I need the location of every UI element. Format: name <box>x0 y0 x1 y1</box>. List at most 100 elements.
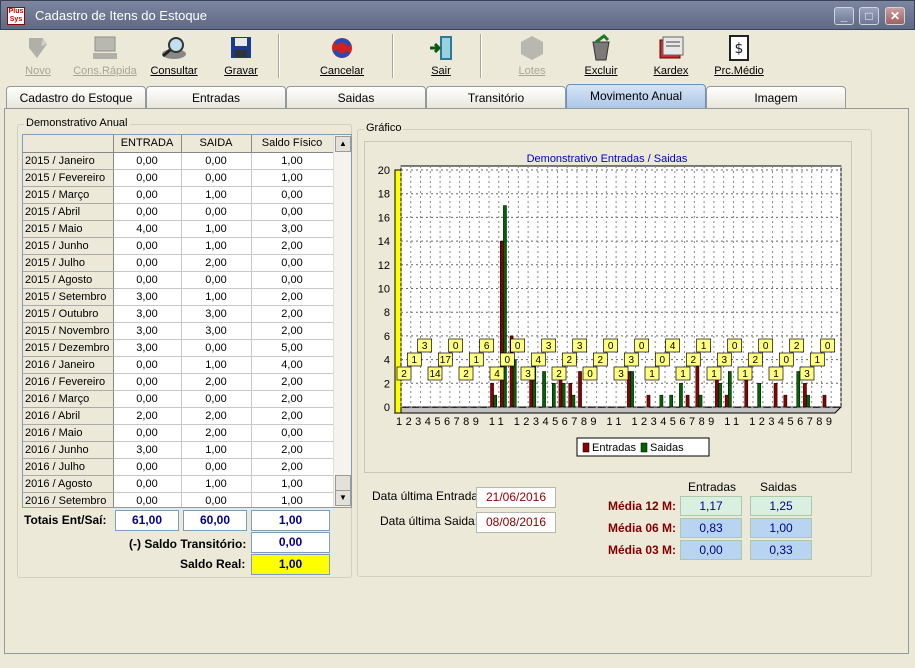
table-row[interactable]: 2015 / Fevereiro 0,00 0,00 1,00 <box>23 169 334 187</box>
saida-cell[interactable]: 2,00 <box>181 373 252 391</box>
novo-button[interactable]: Novo <box>14 32 62 80</box>
saldo-cell[interactable]: 0,00 <box>251 203 334 221</box>
entrada-cell[interactable]: 0,00 <box>113 424 182 442</box>
table-row[interactable]: 2016 / Março 0,00 0,00 2,00 <box>23 390 334 408</box>
table-row[interactable]: 2016 / Junho 3,00 1,00 2,00 <box>23 441 334 459</box>
tab-cadastro-do-estoque[interactable]: Cadastro do Estoque <box>6 86 146 110</box>
table-row[interactable]: 2015 / Janeiro 0,00 0,00 1,00 <box>23 152 334 170</box>
table-row[interactable]: 2015 / Maio 4,00 1,00 3,00 <box>23 220 334 238</box>
row-label[interactable]: 2015 / Setembro <box>23 288 114 306</box>
entrada-cell[interactable]: 3,00 <box>113 322 182 340</box>
maximize-button[interactable]: □ <box>859 7 879 25</box>
entrada-cell[interactable]: 0,00 <box>113 152 182 170</box>
table-row[interactable]: 2015 / Agosto 0,00 0,00 0,00 <box>23 271 334 289</box>
cancelar-button[interactable]: Cancelar <box>316 32 368 80</box>
tab-entradas[interactable]: Entradas <box>146 86 286 110</box>
saida-cell[interactable]: 0,00 <box>181 492 252 507</box>
saida-cell[interactable]: 1,00 <box>181 441 252 459</box>
saida-cell[interactable]: 3,00 <box>181 322 252 340</box>
prc-medio-button[interactable]: $ Prc.Médio <box>710 32 768 80</box>
gravar-button[interactable]: Gravar <box>218 32 264 80</box>
kardex-button[interactable]: Kardex <box>648 32 694 80</box>
table-row[interactable]: 2015 / Dezembro 3,00 0,00 5,00 <box>23 339 334 357</box>
row-label[interactable]: 2015 / Agosto <box>23 271 114 289</box>
table-row[interactable]: 2015 / Setembro 3,00 1,00 2,00 <box>23 288 334 306</box>
row-label[interactable]: 2016 / Setembro <box>23 492 114 507</box>
saida-cell[interactable]: 0,00 <box>181 169 252 187</box>
table-row[interactable]: 2016 / Maio 0,00 2,00 0,00 <box>23 424 334 442</box>
saida-cell[interactable]: 0,00 <box>181 339 252 357</box>
saldo-cell[interactable]: 0,00 <box>251 271 334 289</box>
entrada-cell[interactable]: 0,00 <box>113 390 182 408</box>
row-label[interactable]: 2015 / Outubro <box>23 305 114 323</box>
cons-rapida-button[interactable]: Cons.Rápida <box>72 32 138 80</box>
saida-cell[interactable]: 2,00 <box>181 254 252 272</box>
excluir-button[interactable]: Excluir <box>578 32 624 80</box>
sair-button[interactable]: Sair <box>422 32 460 80</box>
col-header-saldo[interactable]: Saldo Físico <box>251 135 334 153</box>
row-label[interactable]: 2016 / Janeiro <box>23 356 114 374</box>
table-row[interactable]: 2016 / Janeiro 0,00 1,00 4,00 <box>23 356 334 374</box>
row-label[interactable]: 2015 / Maio <box>23 220 114 238</box>
saldo-cell[interactable]: 2,00 <box>251 441 334 459</box>
entrada-cell[interactable]: 0,00 <box>113 254 182 272</box>
entrada-cell[interactable]: 0,00 <box>113 169 182 187</box>
row-label[interactable]: 2016 / Maio <box>23 424 114 442</box>
saldo-cell[interactable]: 0,00 <box>251 254 334 272</box>
saida-cell[interactable]: 1,00 <box>181 475 252 493</box>
grid-vertical-scrollbar[interactable]: ▲ ▼ <box>333 135 351 507</box>
col-header-entrada[interactable]: ENTRADA <box>113 135 182 153</box>
table-row[interactable]: 2016 / Fevereiro 0,00 2,00 2,00 <box>23 373 334 391</box>
saldo-cell[interactable]: 2,00 <box>251 407 334 425</box>
entrada-cell[interactable]: 0,00 <box>113 186 182 204</box>
col-header-saida[interactable]: SAIDA <box>181 135 252 153</box>
row-label[interactable]: 2016 / Abril <box>23 407 114 425</box>
saldo-cell[interactable]: 5,00 <box>251 339 334 357</box>
entrada-cell[interactable]: 3,00 <box>113 441 182 459</box>
saldo-cell[interactable]: 1,00 <box>251 169 334 187</box>
row-label[interactable]: 2015 / Março <box>23 186 114 204</box>
entrada-cell[interactable]: 0,00 <box>113 373 182 391</box>
entrada-cell[interactable]: 0,00 <box>113 271 182 289</box>
row-label[interactable]: 2015 / Janeiro <box>23 152 114 170</box>
saldo-cell[interactable]: 1,00 <box>251 475 334 493</box>
movimento-grid[interactable]: ENTRADA SAIDA Saldo Físico 2015 / Janeir… <box>22 134 352 508</box>
table-row[interactable]: 2015 / Novembro 3,00 3,00 2,00 <box>23 322 334 340</box>
tab-movimento-anual[interactable]: Movimento Anual <box>566 84 706 110</box>
row-label[interactable]: 2016 / Julho <box>23 458 114 476</box>
saldo-cell[interactable]: 0,00 <box>251 186 334 204</box>
row-label[interactable]: 2016 / Fevereiro <box>23 373 114 391</box>
entrada-cell[interactable]: 4,00 <box>113 220 182 238</box>
saida-cell[interactable]: 1,00 <box>181 220 252 238</box>
row-label[interactable]: 2015 / Novembro <box>23 322 114 340</box>
entrada-cell[interactable]: 0,00 <box>113 492 182 507</box>
saldo-cell[interactable]: 4,00 <box>251 356 334 374</box>
table-row[interactable]: 2015 / Março 0,00 1,00 0,00 <box>23 186 334 204</box>
row-label[interactable]: 2016 / Março <box>23 390 114 408</box>
row-label[interactable]: 2015 / Fevereiro <box>23 169 114 187</box>
row-label[interactable]: 2015 / Abril <box>23 203 114 221</box>
saldo-cell[interactable]: 3,00 <box>251 220 334 238</box>
entrada-cell[interactable]: 3,00 <box>113 288 182 306</box>
saldo-cell[interactable]: 2,00 <box>251 373 334 391</box>
scroll-down-button[interactable]: ▼ <box>335 490 351 506</box>
saida-cell[interactable]: 3,00 <box>181 305 252 323</box>
table-row[interactable]: 2016 / Agosto 0,00 1,00 1,00 <box>23 475 334 493</box>
table-row[interactable]: 2016 / Setembro 0,00 0,00 1,00 <box>23 492 334 507</box>
lotes-button[interactable]: Lotes <box>512 32 552 80</box>
saida-cell[interactable]: 0,00 <box>181 203 252 221</box>
row-label[interactable]: 2016 / Junho <box>23 441 114 459</box>
saldo-cell[interactable]: 2,00 <box>251 458 334 476</box>
row-label[interactable]: 2015 / Dezembro <box>23 339 114 357</box>
entrada-cell[interactable]: 0,00 <box>113 475 182 493</box>
row-label[interactable]: 2016 / Agosto <box>23 475 114 493</box>
table-row[interactable]: 2016 / Abril 2,00 2,00 2,00 <box>23 407 334 425</box>
scroll-up-button[interactable]: ▲ <box>335 136 351 152</box>
close-button[interactable]: ✕ <box>885 7 905 25</box>
row-label[interactable]: 2015 / Junho <box>23 237 114 255</box>
entrada-cell[interactable]: 0,00 <box>113 356 182 374</box>
entrada-cell[interactable]: 3,00 <box>113 305 182 323</box>
entrada-cell[interactable]: 2,00 <box>113 407 182 425</box>
saida-cell[interactable]: 1,00 <box>181 356 252 374</box>
saida-cell[interactable]: 0,00 <box>181 271 252 289</box>
